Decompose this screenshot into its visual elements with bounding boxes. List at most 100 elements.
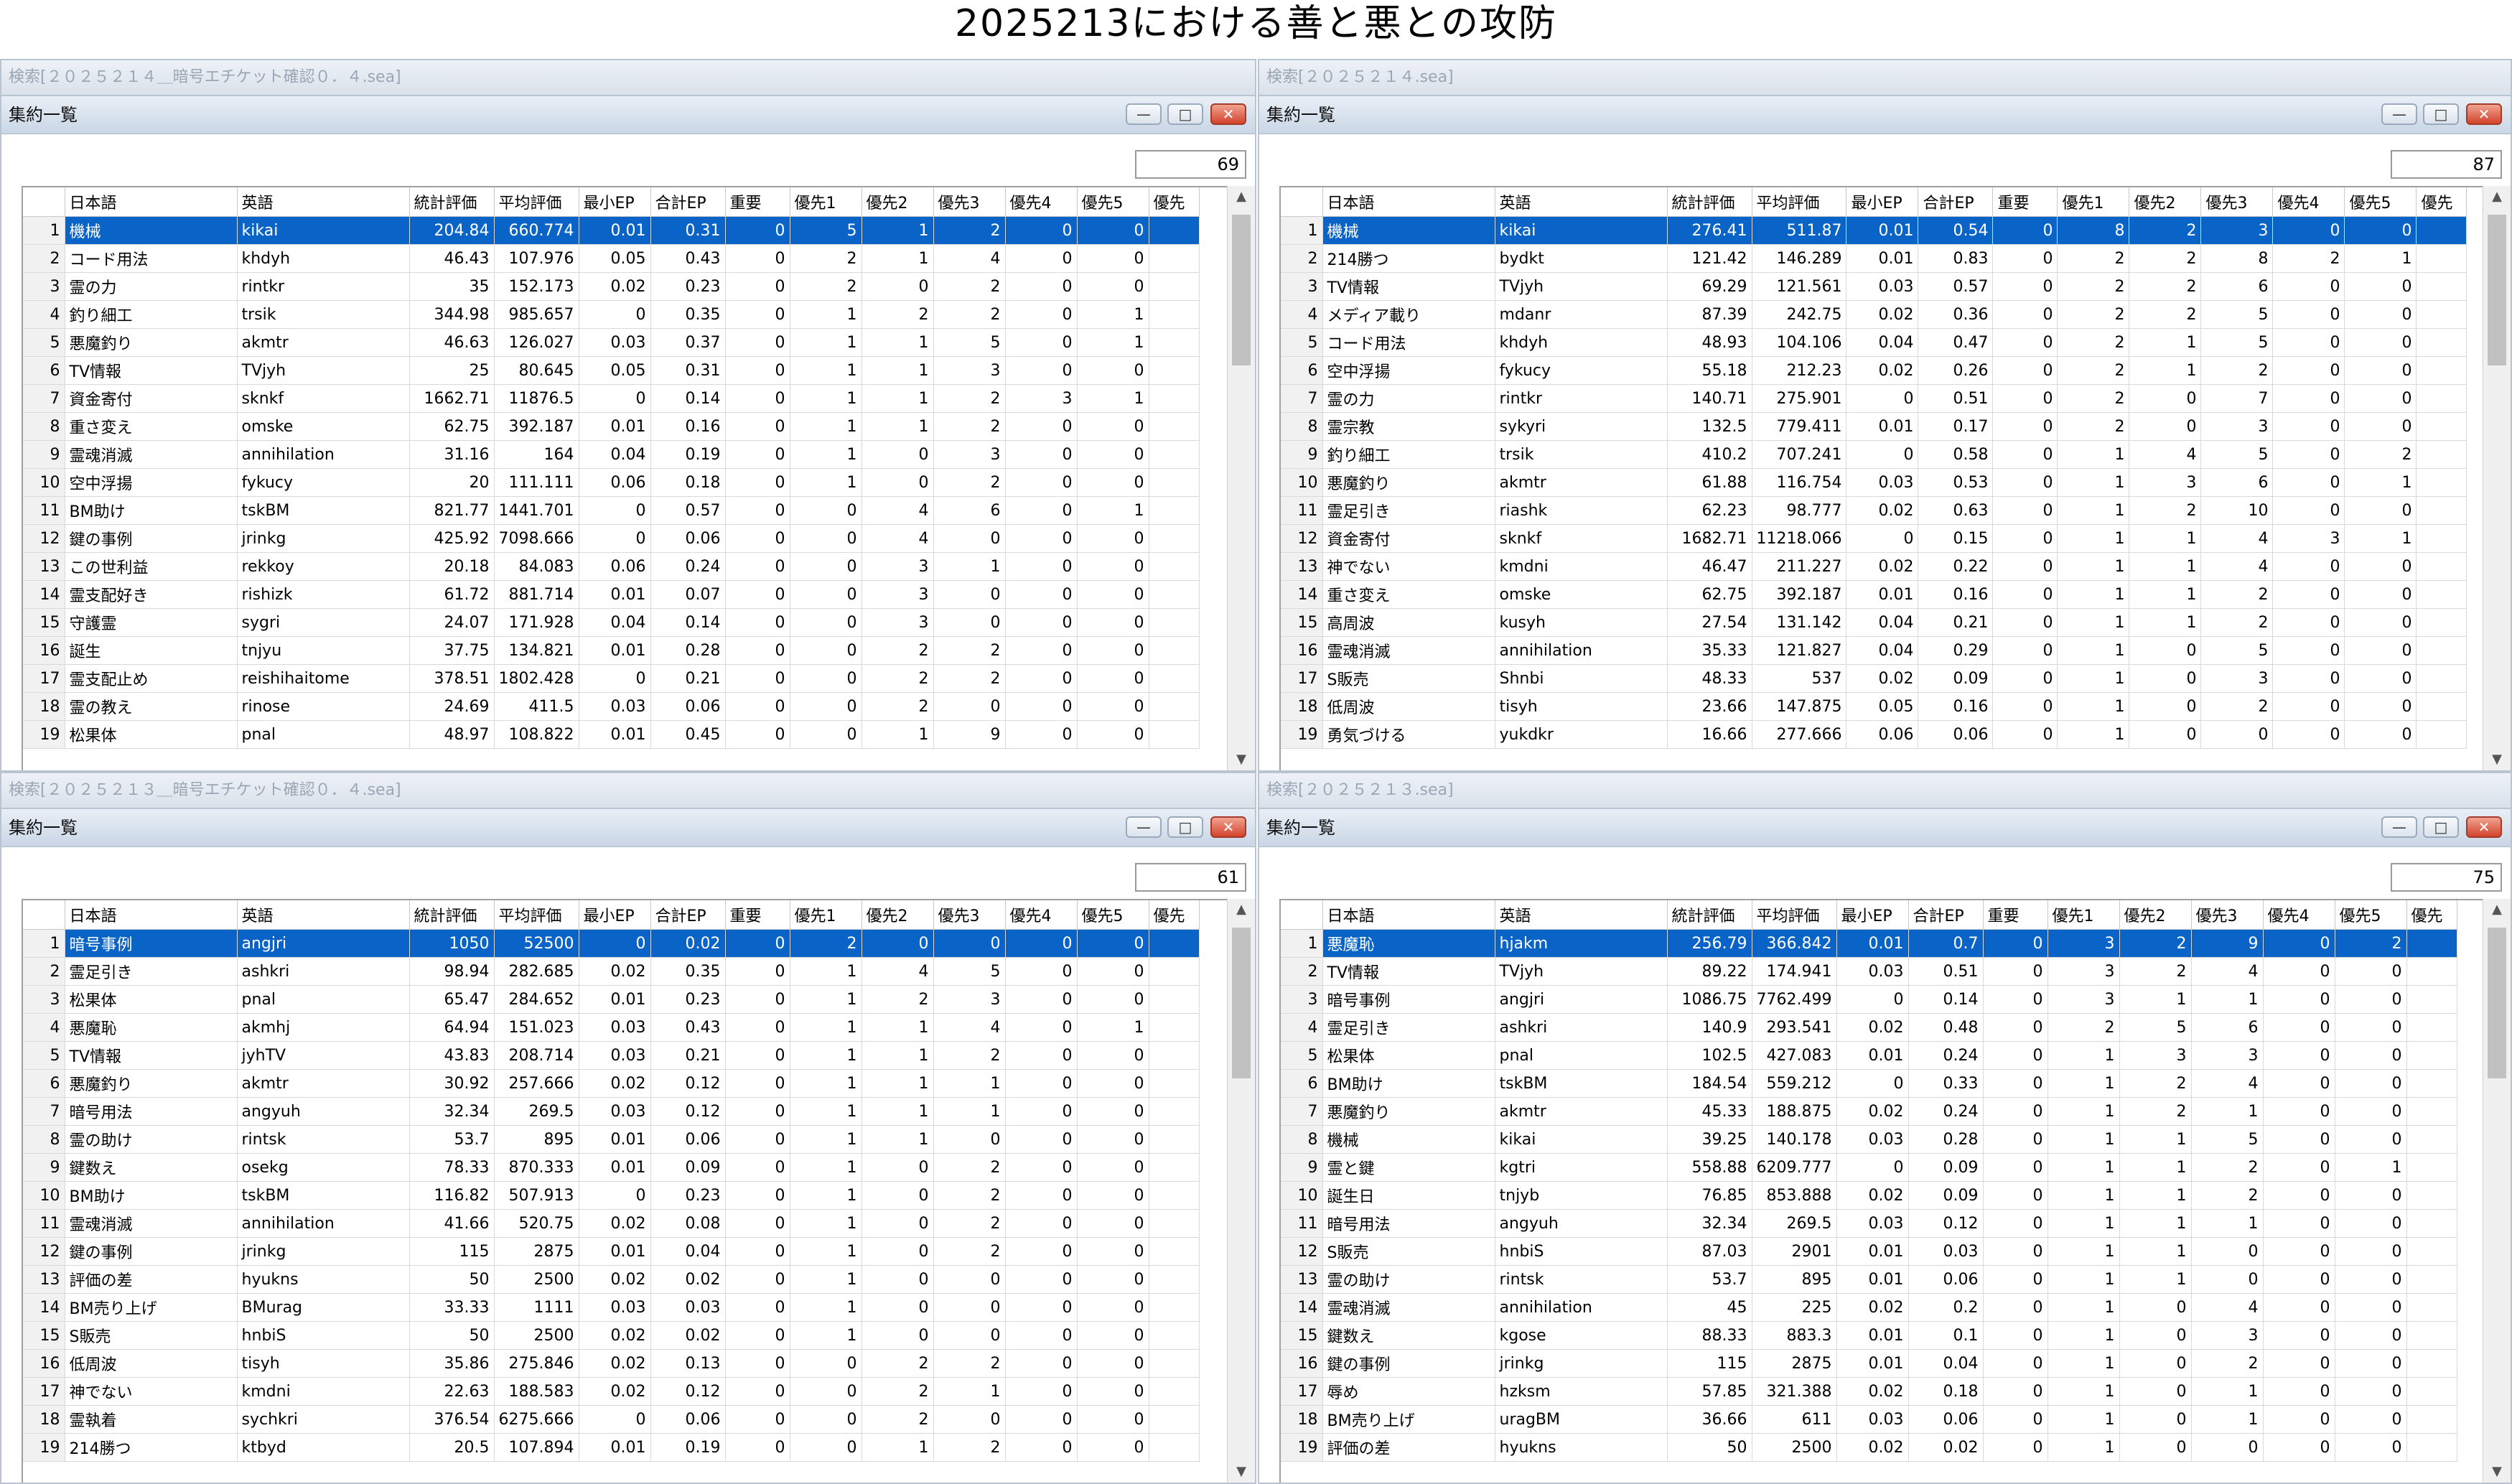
column-header[interactable]: 優先5 — [2335, 900, 2407, 930]
table-row[interactable]: 14 霊魂消滅 annihilation 45 225 0.02 0.2 0 1 0 4 0 0 — [1281, 1293, 2457, 1322]
search-path-bar[interactable]: 検索[２０２５２１４.sea] — [1259, 60, 2511, 96]
table-row[interactable]: 17 霊支配止め reishihaitome 378.51 1802.428 0 0.21 0… — [23, 664, 1200, 693]
column-header[interactable]: 優先5 — [1077, 900, 1149, 930]
table-row[interactable]: 16 低周波 tisyh 35.86 275.846 0.02 0.13 0 0 2 2 0 0 — [23, 1349, 1200, 1378]
column-header[interactable]: 優先2 — [2119, 900, 2192, 930]
table-row[interactable]: 7 悪魔釣り akmtr 45.33 188.875 0.02 0.24 0 1 2 1 0 0 — [1281, 1097, 2457, 1126]
column-header[interactable]: 英語 — [237, 187, 410, 217]
table-row[interactable]: 18 低周波 tisyh 23.66 147.875 0.05 0.16 0 1 0 2 0 0 — [1281, 692, 2467, 721]
table-row[interactable]: 1 暗号事例 angjri 1050 52500 0 0.02 0 2 0 0 0 0 — [23, 929, 1200, 958]
vertical-scrollbar[interactable]: ▲ ▼ — [2483, 186, 2511, 770]
column-header[interactable]: 合計EP — [1918, 187, 1994, 217]
column-header[interactable]: 日本語 — [65, 187, 238, 217]
column-header[interactable]: 優先 — [1149, 187, 1200, 217]
scroll-thumb[interactable] — [2488, 928, 2506, 1078]
table-row[interactable]: 8 機械 kikai 39.25 140.178 0.03 0.28 0 1 1 5 0 0 — [1281, 1125, 2457, 1154]
table-row[interactable]: 4 メディア載り mdanr 87.39 242.75 0.02 0.36 0 2 2 5 0 0 — [1281, 300, 2467, 329]
table-row[interactable]: 18 BM売り上げ uragBM 36.66 611 0.03 0.06 0 1 0 1 0 0 — [1281, 1405, 2457, 1434]
summary-grid[interactable]: 日本語 英語 統計評価 平均評価 最小EP 合計EP 重要 優先1 優先2 優先3 優先4 優先5 優先… — [22, 186, 1255, 770]
minimize-button[interactable]: — — [2381, 816, 2417, 838]
scroll-thumb[interactable] — [1232, 928, 1251, 1078]
table-row[interactable]: 16 鍵の事例 jrinkg 115 2875 0.01 0.04 0 1 0 2 0 0 — [1281, 1349, 2457, 1378]
table-row[interactable]: 2 霊足引き ashkri 98.94 282.685 0.02 0.35 0 1 4 5 0 0 — [23, 957, 1200, 986]
close-button[interactable]: ✕ — [2466, 103, 2502, 125]
table-row[interactable]: 15 守護霊 sygri 24.07 171.928 0.04 0.14 0 0 3 0 0 0 — [23, 608, 1200, 637]
table-row[interactable]: 11 暗号用法 angyuh 32.34 269.5 0.03 0.12 0 1 1 1 0 0 — [1281, 1209, 2457, 1238]
column-header[interactable]: 平均評価 — [494, 187, 579, 217]
column-header[interactable]: 優先4 — [1005, 900, 1078, 930]
table-row[interactable]: 3 霊の力 rintkr 35 152.173 0.02 0.23 0 2 0 2 0 0 — [23, 272, 1200, 301]
table-row[interactable]: 18 霊の教え rinose 24.69 411.5 0.03 0.06 0 0 2 0 0 0 — [23, 692, 1200, 721]
table-row[interactable]: 19 松果体 pnal 48.97 108.822 0.01 0.45 0 0 1 9 0 0 — [23, 720, 1200, 749]
table-row[interactable]: 19 評価の差 hyukns 50 2500 0.02 0.02 0 1 0 0 0 0 — [1281, 1433, 2457, 1462]
column-header[interactable]: 優先3 — [933, 900, 1006, 930]
table-row[interactable]: 5 悪魔釣り akmtr 46.63 126.027 0.03 0.37 0 1 1 5 0 1 — [23, 328, 1200, 357]
column-header[interactable]: 英語 — [1495, 900, 1668, 930]
table-row[interactable]: 6 悪魔釣り akmtr 30.92 257.666 0.02 0.12 0 1 1 1 0 0 — [23, 1069, 1200, 1098]
column-header[interactable]: 平均評価 — [494, 900, 579, 930]
column-header[interactable]: 統計評価 — [1667, 900, 1752, 930]
close-button[interactable]: ✕ — [1210, 103, 1246, 125]
column-header[interactable]: 平均評価 — [1752, 900, 1837, 930]
table-row[interactable]: 9 霊と鍵 kgtri 558.88 6209.777 0 0.09 0 1 1 2 0 1 — [1281, 1153, 2457, 1182]
column-header[interactable]: 重要 — [725, 900, 790, 930]
column-header[interactable]: 優先1 — [790, 187, 862, 217]
table-row[interactable]: 19 214勝つ ktbyd 20.5 107.894 0.01 0.19 0 0 1 2 0 0 — [23, 1433, 1200, 1462]
column-header[interactable]: 合計EP — [650, 900, 726, 930]
close-button[interactable]: ✕ — [1210, 816, 1246, 838]
column-header[interactable]: 優先4 — [2263, 900, 2335, 930]
column-header[interactable]: 優先3 — [933, 187, 1006, 217]
table-row[interactable]: 12 資金寄付 sknkf 1682.71 11218.066 0 0.15 0 1 1 4 3 1 — [1281, 524, 2467, 553]
column-header[interactable]: 英語 — [1495, 187, 1668, 217]
column-header[interactable]: 最小EP — [579, 900, 651, 930]
table-row[interactable]: 9 霊魂消滅 annihilation 31.16 164 0.04 0.19 0 1 0 3 0 0 — [23, 440, 1200, 469]
column-header[interactable]: 平均評価 — [1752, 187, 1847, 217]
minimize-button[interactable]: — — [2381, 103, 2417, 125]
table-row[interactable]: 9 釣り細工 trsik 410.2 707.241 0 0.58 0 1 4 5 0 2 — [1281, 440, 2467, 469]
column-header[interactable]: 優先2 — [862, 900, 934, 930]
summary-grid[interactable]: 日本語 英語 統計評価 平均評価 最小EP 合計EP 重要 優先1 優先2 優先3 優先4 優先5 優先… — [22, 899, 1255, 1483]
table-row[interactable]: 6 TV情報 TVjyh 25 80.645 0.05 0.31 0 1 1 3 0 0 — [23, 356, 1200, 385]
table-row[interactable]: 18 霊執着 sychkri 376.54 6275.666 0 0.06 0 0 2 0 0 0 — [23, 1405, 1200, 1434]
table-row[interactable]: 15 高周波 kusyh 27.54 131.142 0.04 0.21 0 1 1 2 0 0 — [1281, 608, 2467, 637]
table-row[interactable]: 3 暗号事例 angjri 1086.75 7762.499 0 0.14 0 3 1 1 0 0 — [1281, 985, 2457, 1014]
column-header[interactable]: 優先1 — [2048, 900, 2120, 930]
column-header[interactable]: 優先2 — [2129, 187, 2202, 217]
scroll-down-icon[interactable]: ▼ — [2483, 749, 2511, 770]
column-header[interactable]: 統計評価 — [409, 187, 495, 217]
scroll-up-icon[interactable]: ▲ — [2483, 899, 2511, 920]
table-row[interactable]: 19 勇気づける yukdkr 16.66 277.666 0.06 0.06 0 1 0 0 0 0 — [1281, 720, 2467, 749]
table-row[interactable]: 12 S販売 hnbiS 87.03 2901 0.01 0.03 0 1 1 0 0 0 — [1281, 1237, 2457, 1266]
scroll-up-icon[interactable]: ▲ — [1228, 186, 1255, 207]
table-row[interactable]: 10 BM助け tskBM 116.82 507.913 0 0.23 0 1 0 2 0 0 — [23, 1181, 1200, 1210]
column-header[interactable]: 最小EP — [579, 187, 651, 217]
table-row[interactable]: 5 松果体 pnal 102.5 427.083 0.01 0.24 0 1 3 3 0 0 — [1281, 1041, 2457, 1070]
scroll-thumb[interactable] — [2488, 215, 2506, 365]
column-header[interactable]: 優先4 — [1005, 187, 1078, 217]
table-row[interactable]: 13 評価の差 hyukns 50 2500 0.02 0.02 0 1 0 0 0 0 — [23, 1265, 1200, 1294]
table-row[interactable]: 11 BM助け tskBM 821.77 1441.701 0 0.57 0 0 4 6 0 1 — [23, 496, 1200, 525]
column-header[interactable]: 日本語 — [1322, 187, 1495, 217]
table-row[interactable]: 10 悪魔釣り akmtr 61.88 116.754 0.03 0.53 0 1 3 6 0 1 — [1281, 468, 2467, 497]
maximize-button[interactable]: □ — [1167, 103, 1203, 125]
column-header[interactable]: 優先 — [1149, 900, 1200, 930]
table-row[interactable]: 4 釣り細工 trsik 344.98 985.657 0 0.35 0 1 2 2 0 1 — [23, 300, 1200, 329]
column-header[interactable]: 優先1 — [790, 900, 862, 930]
table-row[interactable]: 15 S販売 hnbiS 50 2500 0.02 0.02 0 1 0 0 0 0 — [23, 1321, 1200, 1350]
table-row[interactable]: 2 コード用法 khdyh 46.43 107.976 0.05 0.43 0 2 1 4 0 0 — [23, 244, 1200, 273]
column-header[interactable]: 最小EP — [1846, 187, 1919, 217]
table-row[interactable]: 14 霊支配好き rishizk 61.72 881.714 0.01 0.07 0 0 3 0 0 0 — [23, 580, 1200, 609]
search-path-bar[interactable]: 検索[２０２５２１４＿暗号エチケット確認０．４.sea] — [1, 60, 1255, 96]
maximize-button[interactable]: □ — [2423, 103, 2459, 125]
scroll-down-icon[interactable]: ▼ — [2483, 1461, 2511, 1483]
table-row[interactable]: 14 BM売り上げ BMurag 33.33 1111 0.03 0.03 0 1 0 0 0 0 — [23, 1293, 1200, 1322]
table-row[interactable]: 1 悪魔恥 hjakm 256.79 366.842 0.01 0.7 0 3 2 9 0 2 — [1281, 929, 2457, 958]
table-row[interactable]: 15 鍵数え kgose 88.33 883.3 0.01 0.1 0 1 0 3 0 0 — [1281, 1321, 2457, 1350]
table-row[interactable]: 17 神でない kmdni 22.63 188.583 0.02 0.12 0 0 2 1 0 0 — [23, 1377, 1200, 1406]
column-header[interactable]: 優先5 — [2344, 187, 2417, 217]
search-path-bar[interactable]: 検索[２０２５２１３＿暗号エチケット確認０．４.sea] — [1, 773, 1255, 809]
close-button[interactable]: ✕ — [2466, 816, 2502, 838]
minimize-button[interactable]: — — [1126, 103, 1162, 125]
table-row[interactable]: 5 TV情報 jyhTV 43.83 208.714 0.03 0.21 0 1 1 2 0 0 — [23, 1041, 1200, 1070]
table-row[interactable]: 16 霊魂消滅 annihilation 35.33 121.827 0.04 0.29 0 1… — [1281, 636, 2467, 665]
